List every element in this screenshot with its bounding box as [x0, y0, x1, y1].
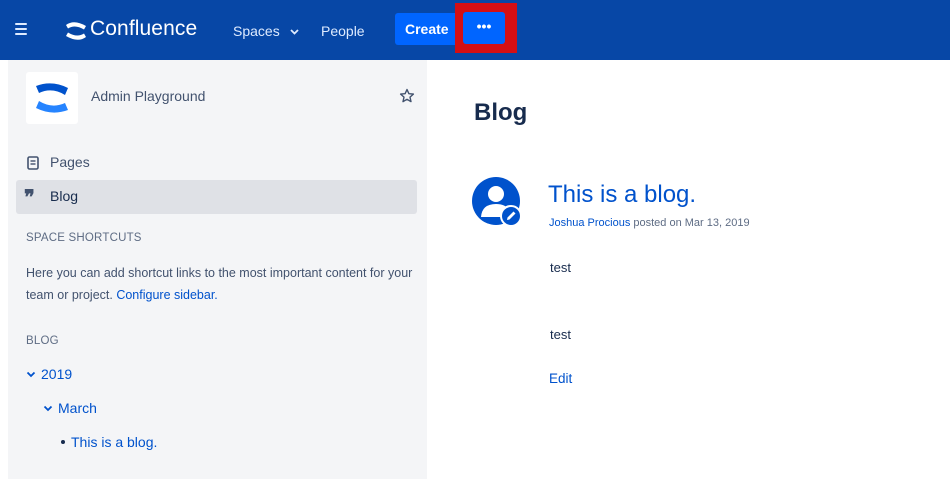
sidebar-item-pages[interactable]: Pages	[16, 146, 417, 180]
spaces-label: Spaces	[233, 23, 280, 39]
bullet-icon	[61, 440, 65, 444]
space-name[interactable]: Admin Playground	[91, 88, 205, 104]
app-brand-name[interactable]: Confluence	[90, 15, 197, 43]
top-navigation-bar: Confluence Spaces People Create •••	[0, 0, 950, 60]
sidebar-item-label: Blog	[50, 188, 79, 204]
blog-heading: BLOG	[26, 335, 59, 347]
page-title: Blog	[474, 99, 528, 126]
author-link[interactable]: Joshua Procious	[549, 217, 630, 229]
post-byline: Joshua Procious posted on Mar 13, 2019	[549, 217, 750, 229]
space-shortcuts-heading: SPACE SHORTCUTS	[26, 232, 142, 244]
edit-link[interactable]: Edit	[549, 371, 572, 386]
confluence-space-icon	[36, 83, 68, 113]
sidebar-item-label: Pages	[50, 154, 90, 170]
menu-icon[interactable]	[12, 19, 32, 39]
shortcuts-text: Here you can add shortcut links to the m…	[26, 266, 413, 302]
pages-icon	[27, 156, 39, 170]
chevron-down-icon	[26, 371, 36, 378]
posted-date: posted on Mar 13, 2019	[633, 217, 750, 229]
space-avatar[interactable]	[26, 72, 78, 124]
star-icon[interactable]	[399, 88, 415, 104]
spaces-menu[interactable]: Spaces	[233, 22, 299, 40]
blog-tree-post[interactable]: This is a blog.	[61, 434, 157, 450]
chevron-down-icon	[289, 29, 299, 35]
blog-tree-month[interactable]: March	[43, 400, 97, 416]
tree-month-label: March	[58, 400, 97, 416]
post-body-paragraph: test	[550, 260, 571, 275]
space-sidebar: Admin Playground Pages ❞ Blog SPACE SHOR…	[8, 60, 427, 479]
chevron-down-icon	[43, 405, 53, 412]
blog-tree-year[interactable]: 2019	[26, 366, 72, 382]
quote-icon: ❞	[24, 185, 35, 209]
sidebar-item-blog[interactable]: ❞ Blog	[16, 180, 417, 214]
people-link[interactable]: People	[321, 22, 365, 40]
more-options-button[interactable]: •••	[463, 12, 505, 44]
blog-post-title[interactable]: This is a blog.	[548, 181, 696, 209]
tree-post-label: This is a blog.	[71, 434, 158, 450]
shortcuts-description: Here you can add shortcut links to the m…	[26, 262, 416, 306]
post-body-paragraph: test	[550, 327, 571, 342]
pencil-icon[interactable]	[500, 205, 522, 227]
create-button[interactable]: Create	[395, 13, 456, 45]
confluence-logo-icon[interactable]	[64, 20, 88, 42]
configure-sidebar-link[interactable]: Configure sidebar.	[116, 288, 217, 302]
tree-year-label: 2019	[41, 366, 73, 382]
